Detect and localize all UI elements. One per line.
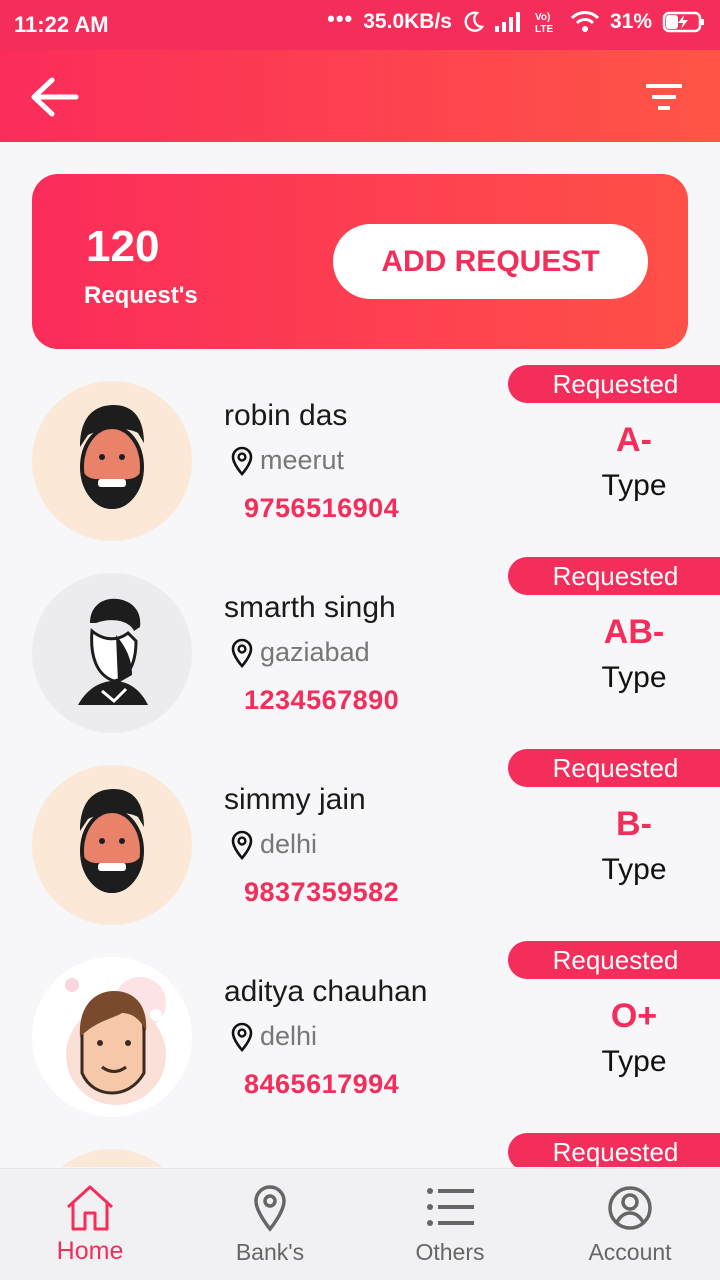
request-count-label: Request's xyxy=(84,282,198,309)
location-text: delhi xyxy=(260,829,318,859)
status-badge: Requested xyxy=(508,941,720,979)
nav-home[interactable]: Home xyxy=(0,1169,180,1280)
nav-account-label: Account xyxy=(588,1239,672,1265)
app-bar xyxy=(0,50,720,142)
requester-name: aditya chauhan xyxy=(224,975,428,1008)
blood-type-label: Type xyxy=(601,469,667,502)
nav-others[interactable]: Others xyxy=(360,1169,540,1280)
battery-charging-icon xyxy=(662,11,704,33)
status-badge: Requested xyxy=(508,365,720,403)
svg-text:LTE: LTE xyxy=(535,24,553,34)
requester-name: simmy jain xyxy=(224,783,366,816)
requester-name: robin das xyxy=(224,399,348,432)
status-time: 11:22 AM xyxy=(14,12,109,37)
nav-banks[interactable]: Bank's xyxy=(180,1169,360,1280)
request-list: robin das meerut 9756516904 Requested A-… xyxy=(0,365,720,1167)
location-text: delhi xyxy=(260,1021,318,1051)
status-badge: Requested xyxy=(508,749,720,787)
volte-icon: Vo)LTE xyxy=(535,12,553,34)
location-pin-icon xyxy=(254,1185,286,1232)
arrow-left-icon[interactable] xyxy=(28,74,80,120)
blood-type-label: Type xyxy=(601,853,667,886)
requester-phone[interactable]: 9837359582 xyxy=(244,877,399,908)
requester-location: meerut xyxy=(230,445,344,476)
nav-banks-label: Bank's xyxy=(235,1239,305,1265)
blood-type-label: Type xyxy=(601,1045,667,1078)
location-pin-icon xyxy=(231,638,253,668)
location-text: gaziabad xyxy=(260,637,370,667)
sketch-man-avatar xyxy=(32,573,192,733)
status-badge: Requested xyxy=(508,557,720,595)
blood-type-label: Type xyxy=(601,661,667,694)
status-bar: 11:22 AM ••• 35.0KB/s Vo) LTE 31% xyxy=(0,0,720,50)
more-dots: ••• xyxy=(327,6,354,31)
signal-icon xyxy=(494,12,520,32)
bearded-man-avatar xyxy=(32,765,192,925)
add-request-button[interactable]: ADD REQUEST xyxy=(333,224,648,299)
nav-home-label: Home xyxy=(56,1237,124,1265)
wifi-icon xyxy=(570,11,600,32)
nav-account[interactable]: Account xyxy=(540,1169,720,1280)
status-icons: ••• 35.0KB/s Vo) LTE 31% xyxy=(327,6,706,34)
request-card[interactable]: simmy jain delhi 9837359582 Requested B-… xyxy=(0,749,720,941)
request-summary-card: 120 Request's ADD REQUEST xyxy=(32,174,688,349)
blood-group: O+ xyxy=(610,997,658,1035)
location-text: meerut xyxy=(260,445,345,475)
status-badge: Requested xyxy=(508,1133,720,1167)
cartoon-man-avatar xyxy=(32,957,192,1117)
request-card[interactable]: smarth singh gaziabad 1234567890 Request… xyxy=(0,557,720,749)
requester-phone[interactable]: 9756516904 xyxy=(244,493,399,524)
bearded-man-avatar xyxy=(32,1149,192,1167)
list-icon xyxy=(427,1188,474,1226)
account-circle-icon xyxy=(608,1186,652,1230)
blood-group: B- xyxy=(616,805,652,843)
requester-phone[interactable]: 8465617994 xyxy=(244,1069,399,1100)
moon-icon xyxy=(464,11,484,32)
filter-icon[interactable] xyxy=(642,80,686,114)
request-card[interactable]: robin das meerut 9756516904 Requested A-… xyxy=(0,365,720,557)
location-pin-icon xyxy=(231,1022,253,1052)
requester-location: delhi xyxy=(230,1021,317,1052)
location-pin-icon xyxy=(231,830,253,860)
request-card[interactable]: aditya chauhan delhi 8465617994 Requeste… xyxy=(0,941,720,1133)
requester-location: delhi xyxy=(230,829,317,860)
battery-percent: 31% xyxy=(609,10,652,33)
nav-others-label: Others xyxy=(415,1239,485,1265)
bearded-man-avatar xyxy=(32,381,192,541)
requester-phone[interactable]: 1234567890 xyxy=(244,685,399,716)
svg-text:Vo): Vo) xyxy=(535,12,550,23)
requester-name: smarth singh xyxy=(224,591,396,624)
requester-location: gaziabad xyxy=(230,637,370,668)
home-icon xyxy=(66,1185,114,1231)
blood-group: A- xyxy=(616,421,652,459)
request-count: 120 xyxy=(86,222,160,271)
bottom-navigation: Home Bank's Others Account xyxy=(0,1168,720,1280)
location-pin-icon xyxy=(231,446,253,476)
network-speed: 35.0KB/s xyxy=(363,10,452,33)
request-card[interactable]: Requested xyxy=(0,1133,720,1167)
blood-group: AB- xyxy=(603,613,665,651)
